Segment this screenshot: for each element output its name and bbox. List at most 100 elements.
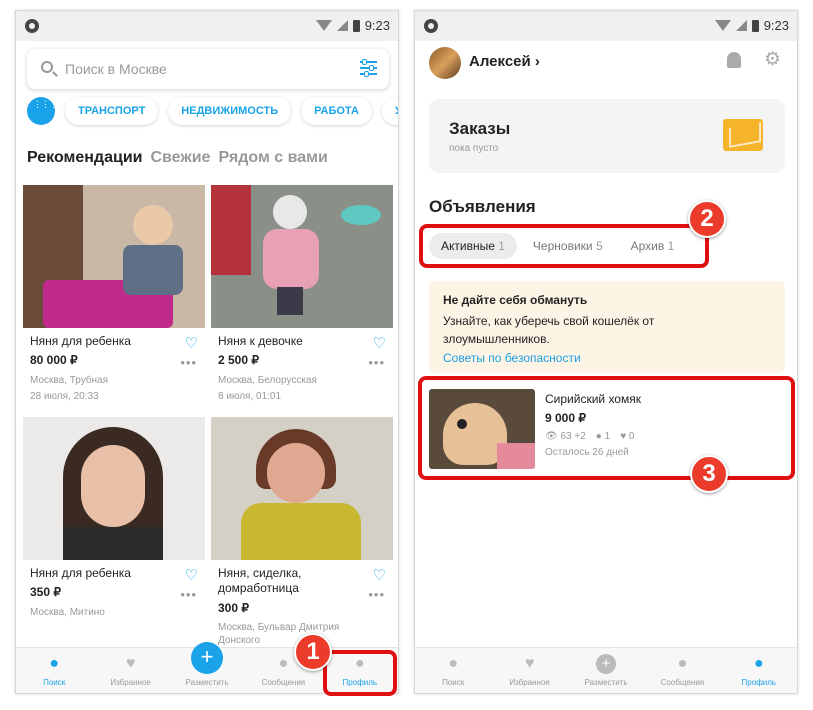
nav-profile[interactable]: ● Профиль (721, 648, 797, 693)
nav-messages[interactable]: ● Сообщения (644, 648, 720, 693)
listing-photo (211, 417, 393, 560)
nav-label: Поиск (442, 678, 465, 687)
favorite-heart-icon[interactable]: ♡ (373, 334, 386, 352)
phone-screen-profile: 9:23 Алексей › ⚙ Заказы пока пусто Объяв… (414, 10, 798, 694)
favorite-heart-icon[interactable]: ♡ (373, 566, 386, 584)
tab-nearby[interactable]: Рядом с вами (218, 149, 327, 167)
status-bar: 9:23 (16, 11, 398, 41)
listing-location: Москва, Митино (30, 607, 105, 618)
gear-icon[interactable]: ⚙ (764, 50, 781, 69)
nav-label: Разместить (584, 678, 628, 687)
plus-icon: + (596, 654, 617, 674)
search-nav-icon: ● (49, 655, 60, 672)
orders-card[interactable]: Заказы пока пусто (429, 99, 785, 173)
section-title: Объявления (429, 197, 536, 216)
bottom-navigation: ● Поиск ♥ Избранное + Разместить ● Сообщ… (415, 647, 797, 693)
listing-title: Няня для ребенка (30, 566, 131, 580)
safety-warning: Не дайте себя обмануть Узнайте, как убер… (429, 281, 785, 373)
step-badge-2: 2 (688, 200, 726, 238)
search-nav-icon: ● (448, 655, 459, 672)
tab-fresh[interactable]: Свежие (151, 149, 211, 167)
search-placeholder: Поиск в Москве (65, 61, 167, 77)
app-notification-icon (25, 19, 39, 33)
orders-subtitle: пока пусто (449, 143, 499, 154)
listing-title: Няня, сиделка, домработница (218, 566, 302, 595)
nav-search[interactable]: ● Поиск (415, 648, 491, 693)
user-name: Алексей (469, 53, 531, 70)
avatar[interactable] (429, 47, 461, 79)
chip-transport[interactable]: ТРАНСПОРТ (65, 97, 159, 125)
step-badge-3: 3 (690, 455, 728, 493)
safety-tips-link[interactable]: Советы по безопасности (443, 351, 581, 365)
chip-realty[interactable]: НЕДВИЖИМОСТЬ (168, 97, 292, 125)
wifi-icon (714, 20, 731, 31)
listing-title: Няня к девочке (218, 334, 303, 348)
signal-icon (336, 20, 348, 31)
nav-label: Сообщения (660, 678, 705, 687)
more-icon[interactable]: ••• (180, 587, 197, 602)
battery-icon (751, 19, 759, 32)
phone-screen-home: 9:23 Поиск в Москве ТРАНСПОРТ НЕДВИЖИМОС… (15, 10, 399, 694)
listing-location: Москва, Трубная (30, 375, 109, 386)
tab-recommendations[interactable]: Рекомендации (27, 149, 143, 167)
battery-icon (352, 19, 360, 32)
listing-price: 2 500 ₽ (218, 353, 259, 367)
more-icon[interactable]: ••• (180, 355, 197, 370)
nav-post[interactable]: + Разместить (169, 642, 245, 693)
highlight-tabs (419, 224, 709, 268)
nav-label: Избранное (509, 678, 550, 687)
favorite-heart-icon[interactable]: ♡ (185, 566, 198, 584)
nav-label: Сообщения (261, 678, 306, 687)
more-icon[interactable]: ••• (368, 355, 385, 370)
listing-card[interactable]: Няня для ребенка ♡ 350 ₽ ••• Москва, Мит… (23, 417, 205, 643)
profile-name-link[interactable]: Алексей › (469, 53, 540, 70)
listing-date: 28 июля, 20:33 (30, 391, 99, 402)
heart-icon: ♥ (524, 655, 535, 672)
nav-favorites[interactable]: ♥ Избранное (491, 648, 567, 693)
listing-card[interactable]: Няня для ребенка ♡ 80 000 ₽ ••• Москва, … (23, 185, 205, 411)
category-chips: ТРАНСПОРТ НЕДВИЖИМОСТЬ РАБОТА УСЛУ (27, 95, 398, 127)
feed-tabs: Рекомендации Свежие Рядом с вами (27, 149, 328, 167)
nav-label: Избранное (110, 678, 151, 687)
favorite-heart-icon[interactable]: ♡ (185, 334, 198, 352)
listing-card[interactable]: Няня, сиделка, домработница ♡ 300 ₽ ••• … (211, 417, 393, 646)
warning-body: Узнайте, как уберечь свой кошелёк от зло… (443, 314, 655, 346)
warning-title: Не дайте себя обмануть (443, 293, 588, 307)
bell-icon[interactable] (727, 52, 741, 68)
chat-icon: ● (278, 655, 289, 672)
nav-label: Разместить (185, 678, 229, 687)
more-icon[interactable]: ••• (368, 587, 385, 602)
orders-title: Заказы (449, 119, 511, 138)
status-time: 9:23 (364, 18, 390, 33)
listing-location: Москва, Белорусская (218, 375, 317, 386)
search-bar[interactable]: Поиск в Москве (27, 49, 389, 89)
listing-card[interactable]: Няня к девочке ♡ 2 500 ₽ ••• Москва, Бел… (211, 185, 393, 411)
plus-icon: + (191, 642, 224, 674)
chat-icon: ● (677, 655, 688, 672)
listing-grid: Няня для ребенка ♡ 80 000 ₽ ••• Москва, … (23, 185, 393, 646)
chip-services[interactable]: УСЛУ (381, 97, 398, 125)
nav-search[interactable]: ● Поиск (16, 648, 92, 693)
highlight-profile (323, 650, 397, 696)
signal-icon (735, 20, 747, 31)
listing-photo (23, 417, 205, 560)
status-time: 9:23 (763, 18, 789, 33)
nav-favorites[interactable]: ♥ Избранное (92, 648, 168, 693)
status-bar: 9:23 (415, 11, 797, 41)
profile-icon: ● (753, 655, 764, 672)
listing-photo (211, 185, 393, 328)
chip-jobs[interactable]: РАБОТА (301, 97, 372, 125)
box-icon (723, 119, 763, 151)
search-icon (41, 61, 53, 73)
heart-icon: ♥ (125, 655, 136, 672)
filter-icon[interactable] (360, 59, 377, 77)
app-notification-icon (424, 19, 438, 33)
step-badge-1: 1 (294, 633, 332, 671)
listing-date: 8 июля, 01:01 (218, 391, 282, 402)
nav-label: Профиль (741, 678, 777, 687)
all-categories-icon[interactable] (27, 97, 55, 125)
chevron-right-icon: › (534, 53, 540, 70)
nav-post[interactable]: + Разместить (568, 648, 644, 693)
listing-price: 80 000 ₽ (30, 353, 78, 367)
highlight-listing (418, 376, 795, 480)
